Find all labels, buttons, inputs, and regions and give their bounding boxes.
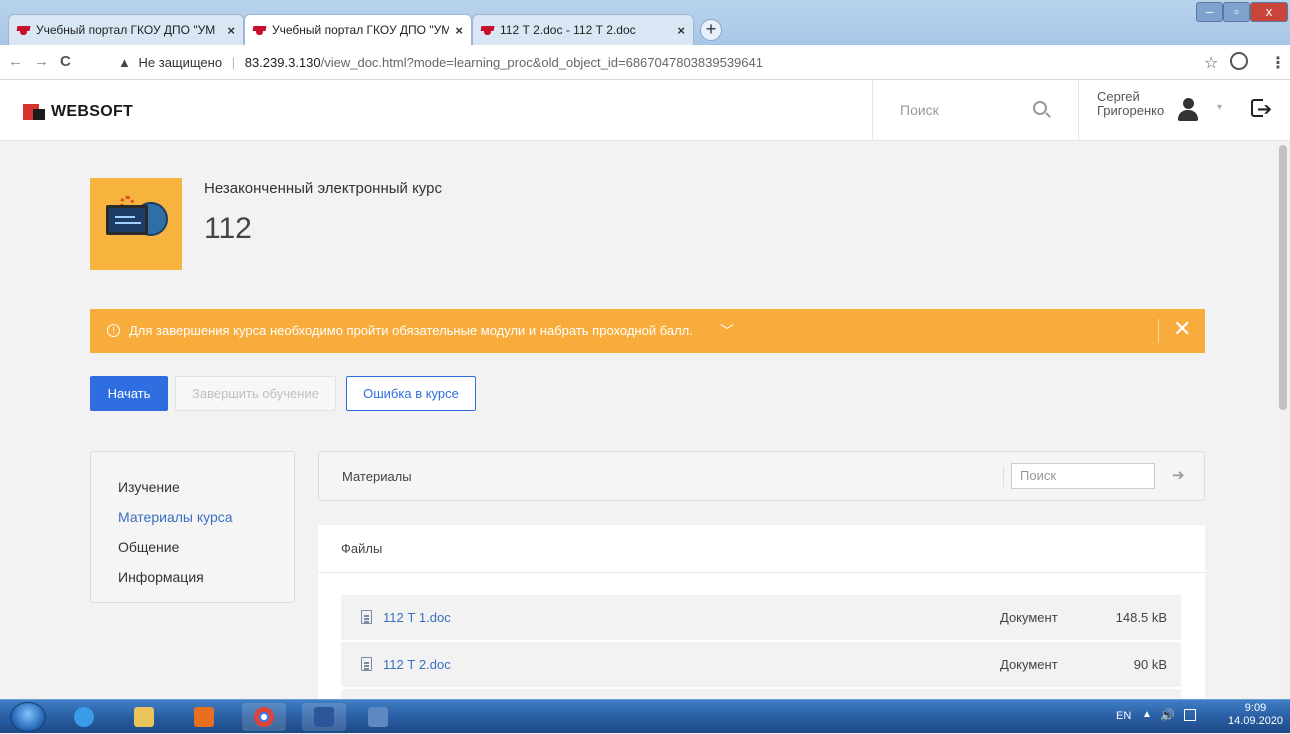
- new-tab-button[interactable]: +: [700, 19, 722, 41]
- close-tab-icon[interactable]: ×: [455, 23, 463, 38]
- chevron-down-icon[interactable]: ﹀: [720, 321, 734, 341]
- sidebar-item-materials[interactable]: Материалы курса: [118, 502, 294, 532]
- materials-search-input[interactable]: Поиск: [1011, 463, 1155, 489]
- file-size: 148.5 kB: [1115, 610, 1167, 625]
- profile-icon[interactable]: [1230, 52, 1248, 70]
- file-explorer-icon[interactable]: [122, 703, 166, 731]
- back-icon[interactable]: ←: [8, 53, 23, 70]
- close-window-button[interactable]: x: [1250, 2, 1288, 22]
- sidebar-item-information[interactable]: Информация: [118, 562, 294, 592]
- browser-menu-icon[interactable]: ⋮: [1270, 53, 1286, 73]
- word-icon[interactable]: [302, 703, 346, 731]
- tab-title: 112 Т 2.doc - 112 Т 2.doc: [500, 23, 636, 37]
- user-avatar-icon[interactable]: [1177, 98, 1199, 122]
- graduation-cap-icon: [481, 25, 494, 35]
- address-bar: ← → C ▲ Не защищено | 83.239.3.130/view_…: [0, 45, 1290, 80]
- file-row: 112 Т 2.doc Документ 90 kB: [341, 642, 1181, 688]
- course-title: 112: [204, 212, 252, 245]
- url-field[interactable]: ▲ Не защищено | 83.239.3.130/view_doc.ht…: [118, 51, 1198, 75]
- search-icon[interactable]: [1033, 101, 1047, 115]
- info-icon: !: [107, 324, 120, 337]
- graduation-cap-icon: [253, 25, 266, 35]
- volume-icon[interactable]: 🔊: [1160, 708, 1175, 722]
- browser-tab-3[interactable]: 112 Т 2.doc - 112 Т 2.doc ×: [472, 14, 694, 45]
- logo-text: WEBSOFT: [51, 103, 134, 120]
- file-row: 112 Т 1.doc Документ 148.5 kB: [341, 595, 1181, 641]
- start-button[interactable]: Начать: [90, 376, 168, 411]
- sidebar-item-study[interactable]: Изучение: [118, 472, 294, 502]
- browser-tab-2[interactable]: Учебный портал ГКОУ ДПО "УМ ×: [244, 14, 472, 45]
- report-error-button[interactable]: Ошибка в курсе: [346, 376, 476, 411]
- file-name-link[interactable]: 112 Т 2.doc: [383, 657, 451, 672]
- close-alert-icon[interactable]: ✕: [1173, 317, 1191, 341]
- network-app-icon[interactable]: [356, 703, 400, 731]
- materials-toolbar: Материалы Поиск ➔: [318, 451, 1205, 501]
- completion-alert: ! Для завершения курса необходимо пройти…: [90, 309, 1205, 353]
- files-panel: Файлы 112 Т 1.doc Документ 148.5 kB 112 …: [318, 525, 1205, 709]
- files-header-label: Файлы: [341, 541, 383, 556]
- file-type: Документ: [1000, 610, 1058, 625]
- files-header: Файлы: [318, 525, 1205, 573]
- finish-learning-button[interactable]: Завершить обучение: [175, 376, 336, 411]
- site-header: WEBSOFT Поиск Сергей Григоренко ▾ ➔: [0, 80, 1290, 141]
- tab-title: Учебный портал ГКОУ ДПО "УМ: [36, 23, 216, 37]
- internet-explorer-icon[interactable]: [62, 703, 106, 731]
- file-type: Документ: [1000, 657, 1058, 672]
- start-button-icon[interactable]: [10, 702, 46, 732]
- url-host: 83.239.3.130: [244, 55, 321, 70]
- sidebar-item-communication[interactable]: Общение: [118, 532, 294, 562]
- graduation-cap-icon: [17, 25, 30, 35]
- header-search-placeholder: Поиск: [900, 102, 939, 118]
- course-sidebar: Изучение Материалы курса Общение Информа…: [90, 451, 295, 603]
- bookmark-star-icon[interactable]: ☆: [1204, 53, 1218, 73]
- materials-label: Материалы: [342, 469, 412, 484]
- user-menu[interactable]: Сергей Григоренко ▾ ➔: [1078, 80, 1290, 141]
- scrollbar-thumb[interactable]: [1279, 145, 1287, 410]
- url-path: /view_doc.html?mode=learning_proc&old_ob…: [320, 55, 763, 70]
- tab-title: Учебный портал ГКОУ ДПО "УМ: [272, 23, 450, 37]
- media-player-icon[interactable]: [182, 703, 226, 731]
- language-indicator[interactable]: EN: [1116, 710, 1131, 722]
- websoft-logo[interactable]: WEBSOFT: [23, 103, 134, 120]
- system-tray: EN ▲ 🔊 9:09 14.09.2020: [1108, 700, 1290, 734]
- warning-icon: ▲: [118, 55, 131, 70]
- browser-tab-1[interactable]: Учебный портал ГКОУ ДПО "УМ ×: [8, 14, 244, 45]
- network-icon[interactable]: [1184, 709, 1196, 721]
- chrome-icon[interactable]: [242, 703, 286, 731]
- chevron-down-icon[interactable]: ▾: [1217, 102, 1222, 113]
- close-tab-icon[interactable]: ×: [227, 23, 235, 38]
- minimize-button[interactable]: –: [1196, 2, 1223, 22]
- show-hidden-icons-icon[interactable]: ▲: [1142, 709, 1152, 720]
- logout-icon[interactable]: ➔: [1251, 97, 1277, 121]
- header-search[interactable]: Поиск: [872, 80, 1078, 141]
- alert-message: Для завершения курса необходимо пройти о…: [129, 323, 693, 338]
- course-subtitle: Незаконченный электронный курс: [204, 180, 442, 197]
- file-size: 90 kB: [1133, 657, 1167, 672]
- reload-icon[interactable]: C: [60, 53, 71, 70]
- logo-mark-icon: [23, 104, 45, 120]
- user-name: Сергей Григоренко: [1097, 89, 1165, 118]
- security-label: Не защищено: [138, 55, 223, 70]
- maximize-button[interactable]: ▫: [1223, 2, 1250, 22]
- document-icon: [361, 610, 372, 624]
- windows-taskbar: EN ▲ 🔊 9:09 14.09.2020: [0, 699, 1290, 733]
- document-icon: [361, 657, 372, 671]
- clock[interactable]: 9:09 14.09.2020: [1228, 702, 1283, 728]
- course-image: [90, 178, 182, 270]
- browser-tab-bar: Учебный портал ГКОУ ДПО "УМ × Учебный по…: [0, 0, 1290, 45]
- close-tab-icon[interactable]: ×: [677, 23, 685, 38]
- forward-icon[interactable]: →: [34, 53, 49, 70]
- search-submit-arrow-icon[interactable]: ➔: [1172, 466, 1185, 484]
- file-name-link[interactable]: 112 Т 1.doc: [383, 610, 451, 625]
- page-scrollbar[interactable]: [1276, 141, 1290, 699]
